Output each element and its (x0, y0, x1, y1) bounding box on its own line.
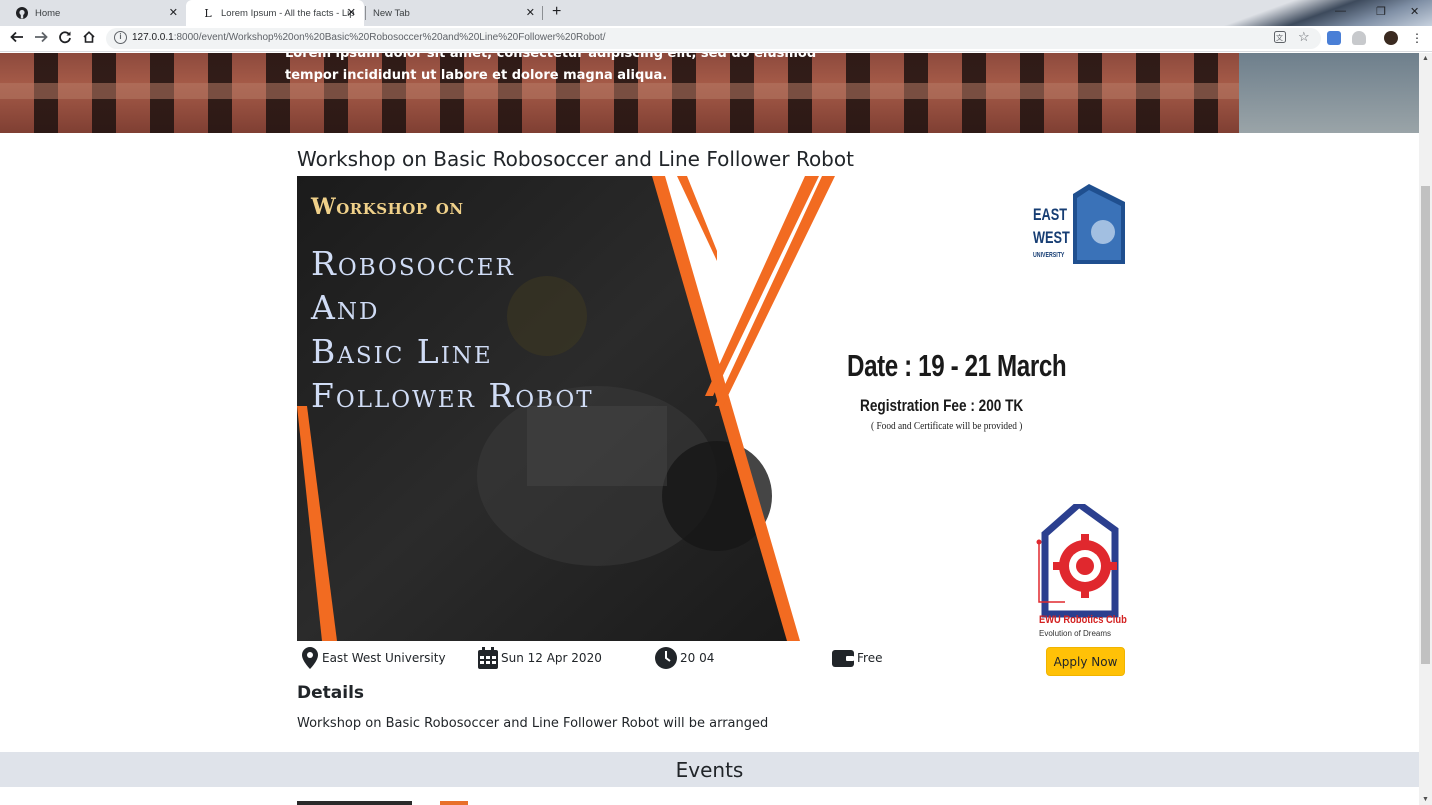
reload-icon[interactable] (58, 30, 72, 47)
events-section-header: Events (0, 752, 1419, 787)
club-name: EWU Robotics Club (1039, 614, 1127, 626)
poster-date: Date : 19 - 21 March (847, 348, 1067, 383)
poster-line-4: Follower Robot (311, 376, 594, 415)
wallet-icon (832, 650, 854, 667)
browser-toolbar: i 127.0.0.1:8000/event/Workshop%20on%20B… (0, 26, 1432, 52)
calendar-icon (478, 647, 498, 669)
scroll-up-arrow-icon[interactable]: ▲ (1422, 55, 1429, 62)
github-icon (16, 7, 28, 19)
page-scrollbar[interactable]: ▲ ▼ (1419, 53, 1432, 805)
hero-text-line-2: tempor incididunt ut labore et dolore ma… (285, 68, 668, 83)
svg-text:UNIVERSITY: UNIVERSITY (1033, 251, 1065, 259)
restore-icon[interactable]: ❐ (1376, 5, 1386, 18)
site-info-icon[interactable]: i (114, 31, 127, 44)
poster-note: ( Food and Certificate will be provided … (871, 420, 1023, 432)
time-text: 20 04 (680, 651, 715, 665)
event-time: 20 04 (654, 643, 714, 673)
svg-text:WEST: WEST (1033, 228, 1071, 247)
scroll-down-arrow-icon[interactable]: ▼ (1422, 796, 1429, 803)
tab-strip: Home ✕ L Lorem Ipsum - All the facts - L… (0, 0, 1432, 26)
tab-title: Home (35, 7, 61, 19)
east-west-university-logo: EAST WEST UNIVERSITY (1033, 184, 1125, 264)
poster-line-1: Robosoccer (311, 244, 515, 283)
lipsum-icon: L (204, 6, 212, 20)
hero-text-line-1: Lorem ipsum dolor sit amet, consectetur … (285, 53, 817, 61)
tab-lorem-ipsum[interactable]: L Lorem Ipsum - All the facts - Lip ✕ (186, 0, 364, 26)
address-bar[interactable]: i 127.0.0.1:8000/event/Workshop%20on%20B… (106, 28, 1321, 49)
page-viewport: Lorem ipsum dolor sit amet, consectetur … (0, 53, 1419, 805)
cloud-extension-icon[interactable] (1352, 31, 1366, 45)
tab-separator (542, 6, 543, 20)
event-price: Free (831, 643, 882, 673)
apply-now-button[interactable]: Apply Now (1046, 647, 1125, 676)
forward-icon[interactable] (34, 30, 48, 47)
details-text: Workshop on Basic Robosoccer and Line Fo… (297, 716, 769, 731)
svg-text:EAST: EAST (1033, 205, 1068, 224)
close-tab-icon[interactable]: ✕ (347, 6, 356, 19)
url-text: 127.0.0.1:8000/event/Workshop%20on%20Bas… (132, 32, 606, 43)
extension-icon[interactable] (1327, 31, 1341, 45)
svg-text:文: 文 (1276, 33, 1283, 42)
clock-icon (655, 647, 677, 669)
events-heading: Events (675, 758, 744, 782)
close-window-icon[interactable]: ✕ (1410, 5, 1419, 18)
tab-title: Lorem Ipsum - All the facts - Lip (221, 7, 355, 19)
hero-sky (1239, 53, 1419, 133)
tab-home[interactable]: Home ✕ (0, 0, 186, 26)
scrollbar-thumb[interactable] (1421, 186, 1430, 664)
new-tab-button[interactable]: + (552, 3, 561, 21)
tab-title: New Tab (373, 7, 410, 19)
poster-fee: Registration Fee : 200 TK (860, 396, 1024, 415)
close-tab-icon[interactable]: ✕ (526, 6, 535, 19)
price-text: Free (857, 651, 883, 665)
club-tagline: Evolution of Dreams (1039, 629, 1112, 638)
home-icon[interactable] (82, 30, 96, 47)
bookmark-star-icon[interactable]: ☆ (1298, 29, 1310, 45)
event-title: Workshop on Basic Robosoccer and Line Fo… (297, 147, 854, 171)
date-text: Sun 12 Apr 2020 (501, 651, 602, 665)
close-tab-icon[interactable]: ✕ (169, 6, 178, 19)
tab-new-tab[interactable]: New Tab ✕ (357, 0, 543, 26)
location-text: East West University (322, 651, 446, 665)
back-icon[interactable] (10, 30, 24, 47)
map-pin-icon (302, 647, 318, 669)
details-heading: Details (297, 683, 365, 703)
poster-line-3: Basic Line (311, 332, 493, 371)
event-date: Sun 12 Apr 2020 (477, 643, 602, 673)
hero-banner: Lorem ipsum dolor sit amet, consectetur … (0, 53, 1419, 133)
poster-line-2: And (311, 288, 380, 327)
theme-background (1182, 0, 1432, 26)
minimize-icon[interactable]: — (1335, 5, 1346, 17)
menu-kebab-icon[interactable]: ⋮ (1411, 30, 1423, 46)
translate-icon[interactable]: 文 (1274, 31, 1286, 46)
event-location: East West University (300, 643, 446, 673)
event-poster: Workshop on Robosoccer And Basic Line Fo… (297, 176, 1133, 641)
poster-kicker: Workshop on (311, 194, 464, 220)
hero-text: Lorem ipsum dolor sit amet, consectetur … (285, 53, 845, 87)
event-card-thumbnail[interactable] (297, 801, 412, 805)
profile-avatar[interactable] (1384, 31, 1398, 45)
event-card-accent (440, 801, 468, 805)
